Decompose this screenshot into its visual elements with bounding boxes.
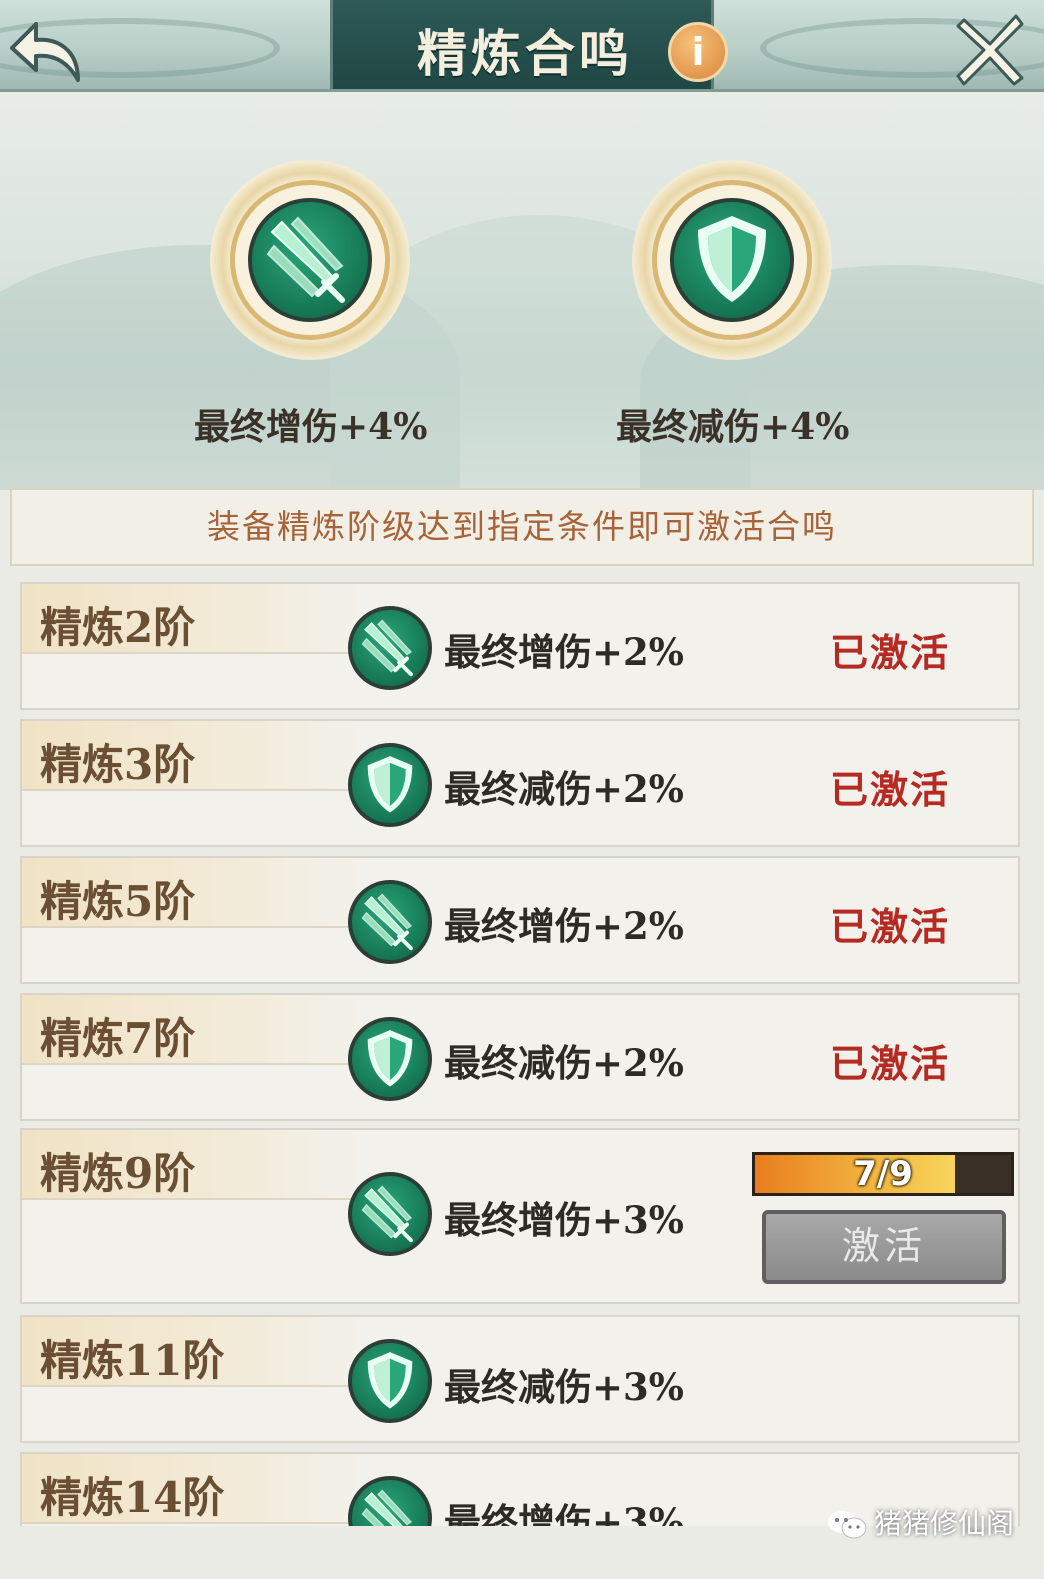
- shield-icon: [670, 198, 794, 322]
- watermark-text: 猪猪修仙阁: [874, 1507, 1015, 1540]
- sword-icon: [348, 606, 432, 690]
- tier-row: 精炼9阶 最终增伤+3% 7/9 激活: [20, 1128, 1020, 1304]
- tier-effect: 最终增伤+2%: [444, 904, 684, 948]
- tier-name: 精炼7阶: [40, 1014, 196, 1063]
- tier-name: 精炼14阶: [40, 1473, 225, 1522]
- sword-icon: [248, 198, 372, 322]
- status-activated: 已激活: [830, 630, 951, 675]
- tier-row: 精炼3阶 最终减伤+2% 已激活: [20, 719, 1020, 847]
- tier-name: 精炼3阶: [40, 740, 196, 789]
- summary-damage-label: 最终增伤+4%: [194, 406, 428, 448]
- summary-defense-label: 最终减伤+4%: [616, 406, 850, 448]
- watermark: 猪猪修仙阁: [826, 1502, 1014, 1542]
- tier-effect: 最终减伤+2%: [444, 767, 684, 811]
- summary-medal-defense: [632, 160, 832, 360]
- tier-row: 精炼11阶 最终减伤+3%: [20, 1315, 1020, 1443]
- page-title: 精炼合鸣: [417, 24, 633, 83]
- tier-effect: 最终增伤+3%: [444, 1198, 684, 1242]
- sword-icon: [348, 1476, 432, 1526]
- tier-row: 精炼5阶 最终增伤+2% 已激活: [20, 856, 1020, 984]
- tier-row: 精炼2阶 最终增伤+2% 已激活: [20, 582, 1020, 710]
- tier-effect: 最终增伤+2%: [444, 630, 684, 674]
- tier-name: 精炼2阶: [40, 603, 196, 652]
- info-icon[interactable]: i: [668, 22, 728, 82]
- activate-button[interactable]: 激活: [762, 1210, 1006, 1284]
- tier-name: 精炼5阶: [40, 877, 196, 926]
- shield-icon: [348, 743, 432, 827]
- tier-effect: 最终增伤+3%: [444, 1500, 684, 1526]
- wechat-icon: [828, 1511, 867, 1539]
- sword-icon: [348, 880, 432, 964]
- tier-list[interactable]: 精炼2阶 最终增伤+2% 已激活 精炼3阶 最终减伤+2% 已激活 精炼5阶 最…: [0, 580, 1044, 1526]
- shield-icon: [348, 1339, 432, 1423]
- shield-icon: [348, 1017, 432, 1101]
- status-activated: 已激活: [830, 904, 951, 949]
- status-activated: 已激活: [830, 767, 951, 812]
- progress-text: 7/9: [853, 1154, 913, 1194]
- sword-icon: [348, 1172, 432, 1256]
- close-icon[interactable]: [950, 10, 1030, 90]
- tier-effect: 最终减伤+2%: [444, 1041, 684, 1085]
- activation-hint: 装备精炼阶级达到指定条件即可激活合鸣: [10, 488, 1034, 566]
- refine-progress-bar: 7/9: [752, 1152, 1014, 1196]
- resonance-banner: [0, 95, 1044, 490]
- tier-row: 精炼7阶 最终减伤+2% 已激活: [20, 993, 1020, 1121]
- tier-name: 精炼9阶: [40, 1149, 196, 1198]
- back-arrow-icon[interactable]: [8, 10, 94, 90]
- summary-medal-damage: [210, 160, 410, 360]
- tier-effect: 最终减伤+3%: [444, 1365, 684, 1409]
- status-activated: 已激活: [830, 1041, 951, 1086]
- tier-name: 精炼11阶: [40, 1336, 225, 1385]
